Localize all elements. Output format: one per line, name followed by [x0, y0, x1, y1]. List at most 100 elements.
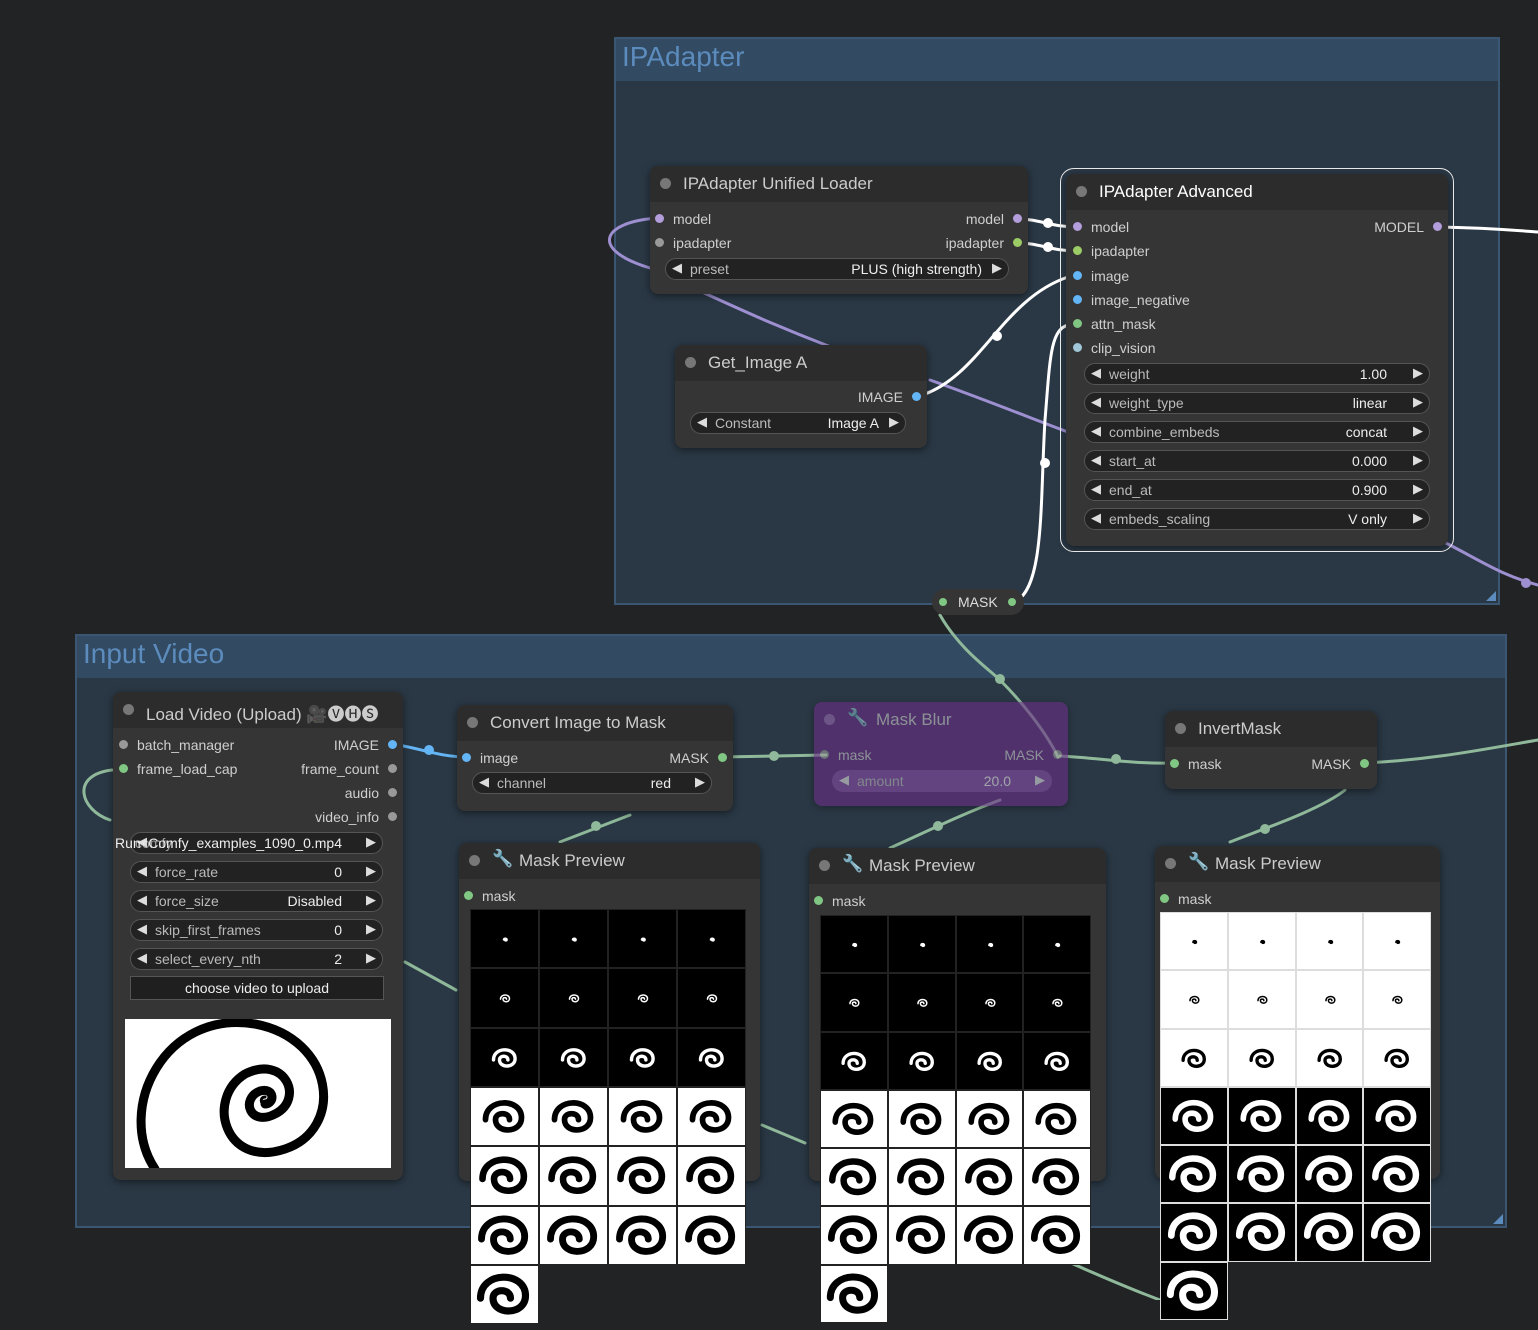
node-invert-mask[interactable]: InvertMask mask MASK	[1165, 711, 1377, 789]
node-title-bar[interactable]: 🔧 Mask Preview	[809, 848, 1106, 884]
arrow-right-icon[interactable]: ▶	[1413, 423, 1423, 439]
collapse-dot[interactable]	[685, 357, 696, 368]
video-file-combo[interactable]: ◀ Run comfy Comfy_examples_1090_0.mp4 ▶	[115, 832, 383, 854]
arrow-right-icon[interactable]: ▶	[1413, 365, 1423, 381]
arrow-left-icon[interactable]: ◀	[1091, 365, 1101, 381]
node-title-bar[interactable]: Convert Image to Mask	[457, 705, 733, 741]
node-title-bar[interactable]: 🔧 Mask Preview	[459, 843, 760, 879]
node-mask-preview-3[interactable]: 🔧 Mask Preview mask	[1155, 846, 1440, 1320]
node-load-video-upload[interactable]: Load Video (Upload) 🎥🅥🅗🅢 batch_manager f…	[113, 692, 403, 1180]
collapse-dot[interactable]	[660, 178, 671, 189]
input-slot-mask[interactable]: mask	[464, 886, 515, 906]
arrow-right-icon[interactable]: ▶	[366, 950, 376, 966]
arrow-left-icon[interactable]: ◀	[1091, 452, 1101, 468]
force-rate-input[interactable]: ◀ force_rate 0 ▶	[130, 861, 383, 883]
arrow-right-icon[interactable]: ▶	[1413, 394, 1423, 410]
arrow-left-icon[interactable]: ◀	[1091, 423, 1101, 439]
mask-reroute-node[interactable]: MASK	[932, 589, 1024, 615]
collapse-dot[interactable]	[1175, 723, 1186, 734]
node-title-bar[interactable]: Load Video (Upload) 🎥🅥🅗🅢	[113, 692, 403, 728]
input-slot-ipadapter[interactable]: ipadapter	[1073, 241, 1149, 261]
select-every-nth-input[interactable]: ◀ select_every_nth 2 ▶	[130, 948, 383, 970]
collapse-dot[interactable]	[819, 860, 830, 871]
arrow-left-icon[interactable]: ◀	[137, 892, 147, 908]
preset-combo[interactable]: ◀ preset PLUS (high strength) ▶	[665, 258, 1009, 280]
group-header[interactable]: IPAdapter	[616, 39, 1498, 81]
node-mask-preview-2[interactable]: 🔧 Mask Preview mask	[809, 848, 1106, 1323]
output-slot-mask[interactable]: MASK	[1311, 754, 1369, 774]
arrow-right-icon[interactable]: ▶	[1413, 481, 1423, 497]
output-slot-ipadapter[interactable]: ipadapter	[946, 233, 1022, 253]
input-slot-frame-load-cap[interactable]: frame_load_cap	[119, 759, 237, 779]
group-header[interactable]: Input Video	[77, 636, 1505, 678]
input-slot-image[interactable]: image	[1073, 266, 1129, 286]
node-convert-image-to-mask[interactable]: Convert Image to Mask image MASK ◀ chann…	[457, 705, 733, 811]
collapse-dot[interactable]	[467, 717, 478, 728]
skip-first-frames-input[interactable]: ◀ skip_first_frames 0 ▶	[130, 919, 383, 941]
group-resize-handle[interactable]	[1493, 1214, 1503, 1224]
input-slot-clip-vision[interactable]: clip_vision	[1073, 338, 1156, 358]
output-slot-audio[interactable]: audio	[345, 783, 397, 803]
channel-combo[interactable]: ◀ channel red ▶	[472, 772, 712, 794]
node-title-bar[interactable]: IPAdapter Unified Loader	[650, 166, 1028, 202]
input-slot-mask[interactable]: mask	[1160, 889, 1211, 909]
arrow-left-icon[interactable]: ◀	[1091, 481, 1101, 497]
start-at-slider[interactable]: ◀ start_at 0.000 ▶	[1084, 450, 1430, 472]
output-slot-mask[interactable]: MASK	[1004, 745, 1062, 765]
output-slot-mask[interactable]: MASK	[669, 748, 727, 768]
arrow-right-icon[interactable]: ▶	[992, 260, 1002, 276]
combine-embeds-combo[interactable]: ◀ combine_embeds concat ▶	[1084, 421, 1430, 443]
output-slot-image[interactable]: IMAGE	[858, 387, 921, 407]
arrow-right-icon[interactable]: ▶	[366, 863, 376, 879]
input-slot-image-negative[interactable]: image_negative	[1073, 290, 1190, 310]
collapse-dot[interactable]	[824, 714, 835, 725]
output-slot-frame-count[interactable]: frame_count	[301, 759, 397, 779]
input-slot-mask[interactable]: mask	[814, 891, 865, 911]
constant-combo[interactable]: ◀ Constant Image A ▶	[690, 412, 906, 434]
collapse-dot[interactable]	[1165, 858, 1176, 869]
output-slot-model[interactable]: MODEL	[1374, 217, 1442, 237]
input-slot-attn-mask[interactable]: attn_mask	[1073, 314, 1156, 334]
arrow-left-icon[interactable]: ◀	[1091, 510, 1101, 526]
node-mask-preview-1[interactable]: 🔧 Mask Preview mask	[459, 843, 760, 1325]
arrow-left-icon[interactable]: ◀	[479, 774, 489, 790]
input-slot-model[interactable]: model	[1073, 217, 1129, 237]
arrow-left-icon[interactable]: ◀	[697, 414, 707, 430]
arrow-right-icon[interactable]: ▶	[1035, 772, 1045, 788]
end-at-slider[interactable]: ◀ end_at 0.900 ▶	[1084, 479, 1430, 501]
output-slot-model[interactable]: model	[966, 209, 1022, 229]
arrow-right-icon[interactable]: ▶	[889, 414, 899, 430]
arrow-right-icon[interactable]: ▶	[366, 921, 376, 937]
amount-slider[interactable]: ◀ amount 20.0 ▶	[832, 770, 1052, 792]
node-get-image-a[interactable]: Get_Image A IMAGE ◀ Constant Image A ▶	[675, 345, 927, 448]
group-resize-handle[interactable]	[1486, 591, 1496, 601]
arrow-right-icon[interactable]: ▶	[366, 834, 376, 850]
node-title-bar[interactable]: 🔧 Mask Preview	[1155, 846, 1440, 882]
arrow-right-icon[interactable]: ▶	[1413, 510, 1423, 526]
node-title-bar[interactable]: Get_Image A	[675, 345, 927, 381]
arrow-left-icon[interactable]: ◀	[1091, 394, 1101, 410]
arrow-right-icon[interactable]: ▶	[366, 892, 376, 908]
node-title-bar[interactable]: IPAdapter Advanced	[1066, 174, 1448, 210]
arrow-left-icon[interactable]: ◀	[137, 863, 147, 879]
input-slot-mask[interactable]: mask	[820, 745, 871, 765]
node-title-bar[interactable]: 🔧 Mask Blur	[814, 702, 1068, 738]
collapse-dot[interactable]	[469, 855, 480, 866]
weight-slider[interactable]: ◀ weight 1.00 ▶	[1084, 363, 1430, 385]
collapse-dot[interactable]	[1076, 186, 1087, 197]
input-slot-model[interactable]: model	[655, 209, 711, 229]
arrow-left-icon[interactable]: ◀	[672, 260, 682, 276]
arrow-right-icon[interactable]: ▶	[1413, 452, 1423, 468]
output-slot-image[interactable]: IMAGE	[334, 735, 397, 755]
arrow-left-icon[interactable]: ◀	[137, 950, 147, 966]
arrow-left-icon[interactable]: ◀	[137, 921, 147, 937]
upload-video-button[interactable]: choose video to upload	[130, 976, 384, 1000]
node-mask-blur[interactable]: 🔧 Mask Blur mask MASK ◀ amount 20.0 ▶	[814, 702, 1068, 806]
arrow-left-icon[interactable]: ◀	[839, 772, 849, 788]
weight-type-combo[interactable]: ◀ weight_type linear ▶	[1084, 392, 1430, 414]
arrow-right-icon[interactable]: ▶	[695, 774, 705, 790]
input-slot-batch-manager[interactable]: batch_manager	[119, 735, 234, 755]
embeds-scaling-combo[interactable]: ◀ embeds_scaling V only ▶	[1084, 508, 1430, 530]
node-ipadapter-unified-loader[interactable]: IPAdapter Unified Loader model ipadapter…	[650, 166, 1028, 294]
collapse-dot[interactable]	[123, 704, 134, 715]
